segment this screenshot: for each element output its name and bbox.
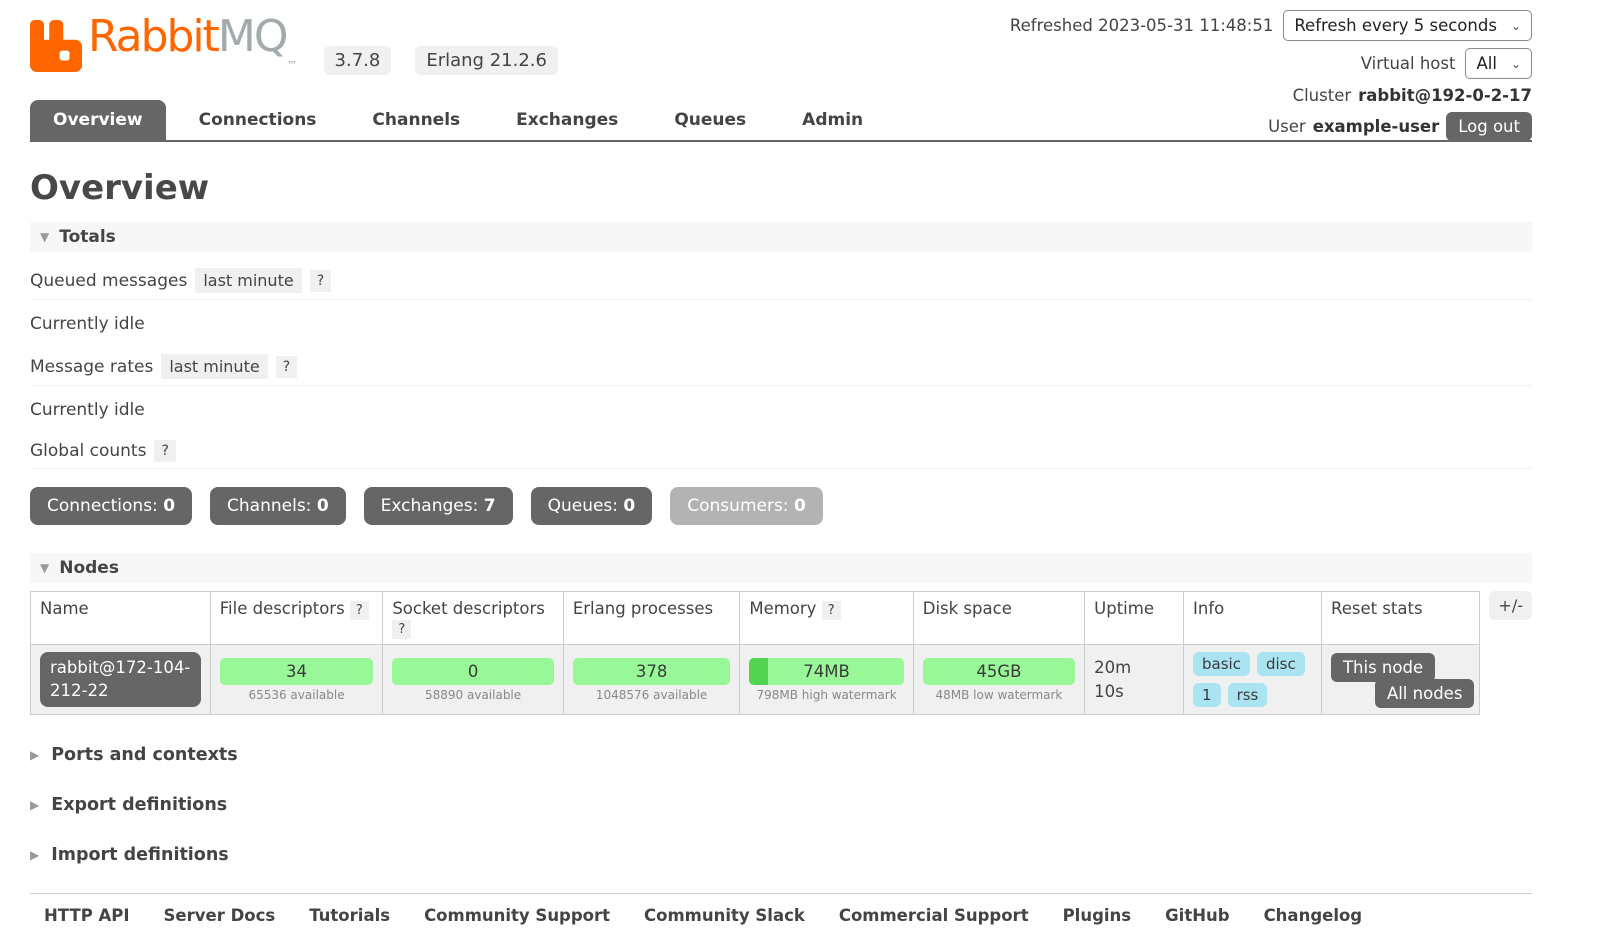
uptime-value: 20m 10s: [1094, 656, 1144, 704]
rabbit-icon: [30, 20, 82, 72]
reset-all-nodes-button[interactable]: All nodes: [1375, 679, 1474, 708]
disk-meter: 45GB: [923, 658, 1075, 685]
collapse-icon: ▼: [40, 230, 49, 244]
refresh-interval-select[interactable]: Refresh every 5 seconds ⌄: [1283, 10, 1532, 41]
sd-help-icon[interactable]: ?: [392, 620, 411, 639]
queued-help-icon[interactable]: ?: [310, 270, 331, 292]
footer-link-plugins[interactable]: Plugins: [1063, 906, 1132, 925]
info-badge-rss: rss: [1228, 683, 1268, 707]
info-badge-basic: basic: [1193, 652, 1250, 676]
col-reset-stats: Reset stats: [1321, 592, 1479, 645]
reset-stats-cell: This node All nodes: [1321, 645, 1479, 715]
erlang-meter-cell: 378 1048576 available: [563, 645, 740, 715]
rates-period-badge[interactable]: last minute: [161, 354, 267, 379]
cluster-label: Cluster: [1293, 86, 1352, 105]
footer-link-community-support[interactable]: Community Support: [424, 906, 610, 925]
footer-link-http-api[interactable]: HTTP API: [44, 906, 130, 925]
memory-meter: 74MB: [749, 658, 903, 685]
rates-help-icon[interactable]: ?: [276, 356, 297, 378]
tab-queues[interactable]: Queues: [651, 100, 769, 140]
count-badge-channels: Channels: 0: [210, 487, 346, 525]
page-title: Overview: [30, 168, 1532, 208]
queued-period-badge[interactable]: last minute: [195, 268, 301, 293]
section-import-definitions[interactable]: ▶ Import definitions: [30, 845, 1532, 865]
footer-link-server-docs[interactable]: Server Docs: [164, 906, 276, 925]
nodes-table: Name File descriptors ? Socket descripto…: [30, 591, 1480, 715]
count-badge-queues: Queues: 0: [531, 487, 653, 525]
erlang-meter: 378: [573, 658, 731, 685]
info-badge-plugins-count: 1: [1193, 683, 1221, 707]
node-name-badge[interactable]: rabbit@172-104-212-22: [40, 652, 201, 707]
col-info: Info: [1184, 592, 1322, 645]
col-file-descriptors: File descriptors ?: [210, 592, 383, 645]
global-counts-help-icon[interactable]: ?: [154, 440, 175, 462]
expand-icon: ▶: [30, 748, 39, 762]
count-badge-connections: Connections: 0: [30, 487, 192, 525]
count-badge-exchanges: Exchanges: 7: [364, 487, 513, 525]
erlang-version-badge: Erlang 21.2.6: [415, 46, 558, 75]
memory-help-icon[interactable]: ?: [822, 601, 841, 620]
tab-channels[interactable]: Channels: [349, 100, 483, 140]
chevron-down-icon: ⌄: [1511, 57, 1521, 71]
fd-help-icon[interactable]: ?: [350, 601, 369, 620]
count-badge-consumers: Consumers: 0: [670, 487, 823, 525]
fd-meter: 34: [220, 658, 374, 685]
totals-title: Totals: [59, 227, 116, 247]
version-badge: 3.7.8: [324, 46, 392, 75]
footer-link-tutorials[interactable]: Tutorials: [309, 906, 390, 925]
col-memory: Memory ?: [740, 592, 913, 645]
user-name: example-user: [1313, 117, 1440, 136]
chevron-down-icon: ⌄: [1511, 19, 1521, 33]
expand-icon: ▶: [30, 798, 39, 812]
virtual-host-label: Virtual host: [1361, 54, 1456, 73]
nodes-title: Nodes: [59, 558, 119, 578]
footer-link-github[interactable]: GitHub: [1165, 906, 1229, 925]
col-disk-space: Disk space: [913, 592, 1084, 645]
col-erlang-processes: Erlang processes: [563, 592, 740, 645]
node-row: rabbit@172-104-212-22 34 65536 available…: [31, 645, 1480, 715]
footer-link-changelog[interactable]: Changelog: [1264, 906, 1363, 925]
global-counts-label: Global counts: [30, 441, 146, 461]
tab-exchanges[interactable]: Exchanges: [493, 100, 641, 140]
totals-section-header[interactable]: ▼ Totals: [30, 222, 1532, 252]
cluster-name: rabbit@192-0-2-17: [1358, 86, 1532, 105]
section-export-definitions[interactable]: ▶ Export definitions: [30, 795, 1532, 815]
queued-messages-label: Queued messages: [30, 271, 187, 291]
queued-idle-text: Currently idle: [30, 300, 1532, 346]
expand-icon: ▶: [30, 848, 39, 862]
logout-button[interactable]: Log out: [1446, 112, 1532, 141]
footer: HTTP API Server Docs Tutorials Community…: [30, 893, 1532, 925]
col-socket-descriptors: Socket descriptors ?: [383, 592, 564, 645]
fd-meter-cell: 34 65536 available: [210, 645, 383, 715]
collapse-icon: ▼: [40, 561, 49, 575]
refreshed-timestamp: Refreshed 2023-05-31 11:48:51: [1010, 16, 1273, 35]
message-rates-label: Message rates: [30, 357, 153, 377]
info-badge-disc: disc: [1257, 652, 1305, 676]
header: RabbitMQ™ 3.7.8 Erlang 21.2.6 Refreshed …: [30, 0, 1532, 96]
footer-link-commercial-support[interactable]: Commercial Support: [839, 906, 1029, 925]
plus-minus-button[interactable]: +/-: [1489, 591, 1532, 620]
memory-meter-cell: 74MB 798MB high watermark: [740, 645, 913, 715]
sd-meter-cell: 0 58890 available: [383, 645, 564, 715]
tab-connections[interactable]: Connections: [176, 100, 340, 140]
tab-admin[interactable]: Admin: [779, 100, 886, 140]
reset-this-node-button[interactable]: This node: [1331, 653, 1435, 682]
col-uptime: Uptime: [1085, 592, 1184, 645]
user-label: User: [1268, 117, 1306, 136]
tab-overview[interactable]: Overview: [30, 100, 166, 140]
rates-idle-text: Currently idle: [30, 386, 1532, 432]
info-badges: basic disc 1 rss: [1193, 652, 1305, 707]
sd-meter: 0: [392, 658, 554, 685]
logo-text: RabbitMQ™: [88, 15, 296, 71]
section-ports-and-contexts[interactable]: ▶ Ports and contexts: [30, 745, 1532, 765]
disk-meter-cell: 45GB 48MB low watermark: [913, 645, 1084, 715]
virtual-host-select[interactable]: All ⌄: [1465, 48, 1532, 79]
nodes-section-header[interactable]: ▼ Nodes: [30, 553, 1532, 583]
footer-link-community-slack[interactable]: Community Slack: [644, 906, 805, 925]
rabbitmq-logo[interactable]: RabbitMQ™: [30, 14, 296, 72]
col-name: Name: [31, 592, 211, 645]
